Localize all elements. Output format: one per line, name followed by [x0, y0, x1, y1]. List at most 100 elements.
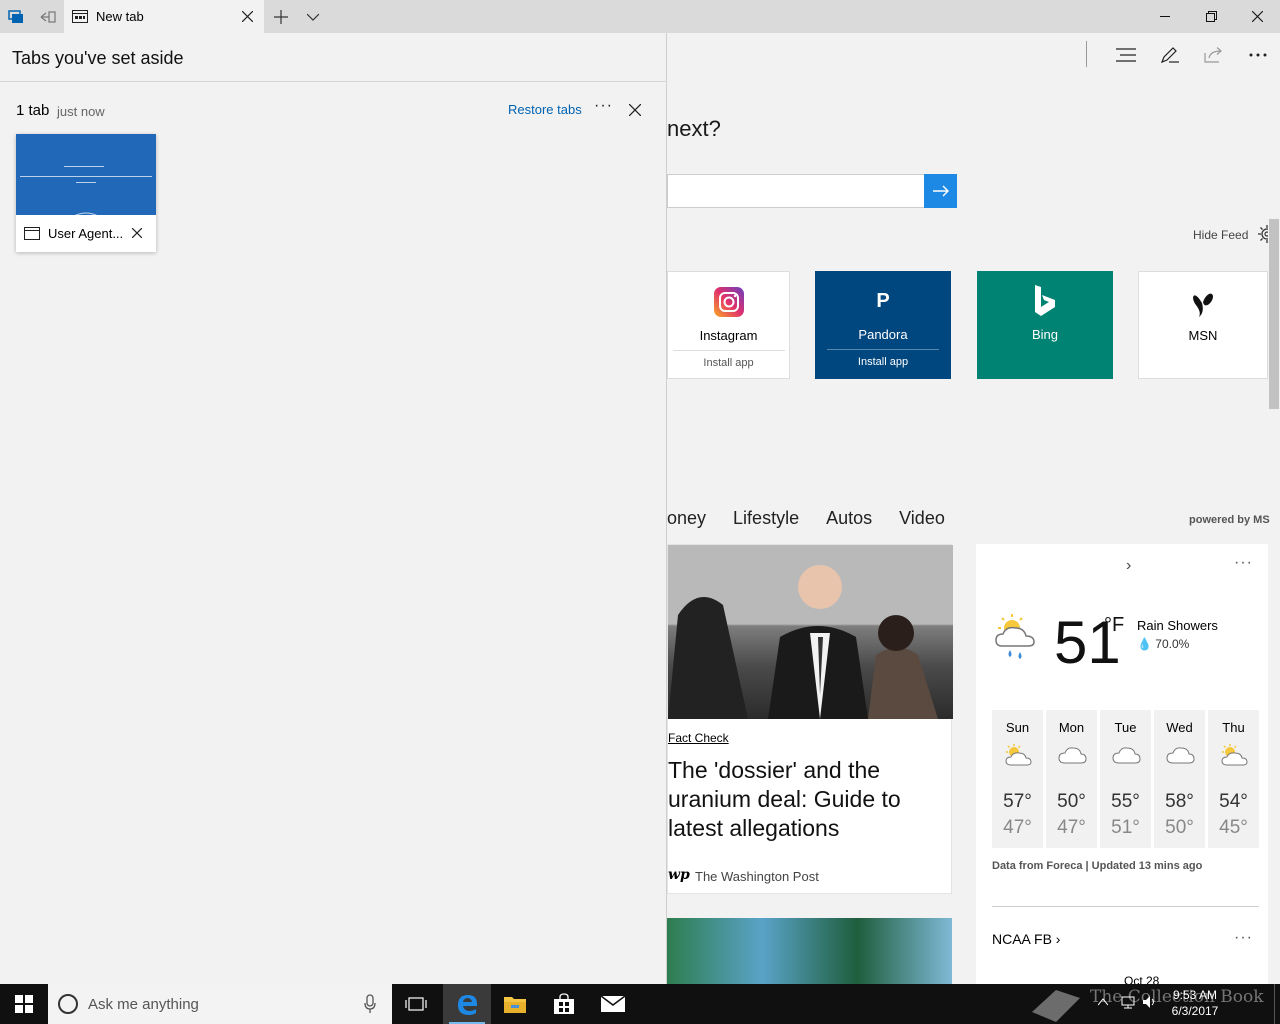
microphone-icon[interactable] [364, 994, 376, 1014]
tab-group-count: 1 tab [16, 102, 50, 119]
weather-more-button[interactable]: ··· [1234, 554, 1253, 572]
toolbar-divider [1086, 41, 1087, 67]
chevron-right-icon[interactable]: › [1126, 557, 1131, 575]
search-go-button[interactable] [924, 174, 957, 208]
day-high: 50° [1057, 791, 1086, 812]
taskbar-store[interactable] [540, 984, 588, 1024]
news-photo-second[interactable] [667, 918, 952, 984]
category-money[interactable]: oney [667, 508, 706, 529]
new-tab-button[interactable] [265, 0, 297, 33]
precipitation: 💧 70.0% [1137, 637, 1189, 651]
day-name: Thu [1222, 720, 1245, 735]
search-input[interactable] [667, 174, 924, 208]
edge-icon [458, 995, 477, 1015]
minimize-button[interactable] [1142, 0, 1188, 33]
tile-divider [672, 350, 785, 351]
day-low: 47° [1057, 817, 1086, 838]
news-card[interactable]: Fact Check The 'dossier' and the uranium… [667, 544, 953, 894]
taskbar: Ask me anything The Collection Book 9:53… [0, 984, 1280, 1024]
restore-icon [1205, 11, 1217, 22]
tile-label: MSN [1188, 328, 1218, 343]
cortana-search-box[interactable]: Ask me anything [48, 984, 392, 1024]
tile-instagram[interactable]: Instagram Install app [667, 271, 790, 379]
forecast-day[interactable]: Tue 55° 51° [1100, 710, 1151, 848]
hub-icon [1116, 48, 1136, 62]
panel-title: Tabs you've set aside [12, 48, 184, 68]
tab-group-time: just now [57, 104, 105, 119]
ncaa-fb-link[interactable]: NCAA FB › [992, 931, 1060, 947]
weather-card[interactable]: › ··· 51 °F Rain Showers 💧 70.0% Sun 57°… [976, 544, 1268, 984]
hide-feed-link[interactable]: Hide Feed [1193, 228, 1248, 242]
category-video[interactable]: Video [899, 508, 945, 529]
install-app-link[interactable]: Install app [703, 357, 753, 369]
news-tag[interactable]: Fact Check [668, 731, 729, 745]
sports-more-button[interactable]: ··· [1234, 929, 1253, 947]
show-desktop-button[interactable] [1274, 984, 1280, 1024]
aside-tab-card[interactable]: User Agent... [16, 134, 156, 252]
forecast-day[interactable]: Wed 58° 50° [1154, 710, 1205, 848]
bing-icon [1033, 285, 1057, 317]
settings-more-button[interactable] [1240, 41, 1276, 69]
pandora-icon: P [876, 289, 890, 312]
set-aside-tabs-icon[interactable] [32, 0, 64, 33]
volume-icon[interactable] [1142, 994, 1158, 1010]
taskbar-mail[interactable] [589, 984, 637, 1024]
watermark-book-icon [1032, 990, 1080, 1022]
arrow-right-icon [932, 185, 949, 197]
start-button[interactable] [0, 984, 48, 1024]
share-button[interactable] [1196, 41, 1232, 69]
restore-button[interactable] [1188, 0, 1234, 33]
panel-divider [0, 81, 667, 82]
day-high: 54° [1219, 791, 1248, 812]
close-tab-button[interactable] [236, 0, 258, 33]
taskbar-edge[interactable] [443, 984, 491, 1024]
remove-aside-tab-button[interactable] [128, 224, 146, 242]
taskbar-clock[interactable]: 9:53 AM 6/3/2017 [1160, 987, 1230, 1019]
tab-new-tab[interactable]: New tab [64, 0, 264, 33]
instagram-icon [713, 286, 744, 318]
restore-tabs-link[interactable]: Restore tabs [508, 102, 582, 117]
scrollbar-thumb[interactable] [1269, 219, 1279, 409]
forecast-day[interactable]: Sun 57° 47° [992, 710, 1043, 848]
tile-bing[interactable]: Bing [977, 271, 1113, 379]
mail-icon [600, 995, 626, 1012]
tile-label: Pandora [858, 327, 908, 342]
partly-sunny-icon [992, 743, 1043, 771]
forecast-day[interactable]: Mon 50° 47° [1046, 710, 1097, 848]
close-window-button[interactable] [1234, 0, 1280, 33]
forecast-day[interactable]: Thu 54° 45° [1208, 710, 1259, 848]
close-icon [241, 11, 253, 22]
install-app-link[interactable]: Install app [858, 356, 908, 368]
task-view-button[interactable] [392, 984, 440, 1024]
category-autos[interactable]: Autos [826, 508, 872, 529]
category-lifestyle[interactable]: Lifestyle [733, 508, 799, 529]
clock-time: 9:53 AM [1172, 988, 1218, 1002]
tab-thumbnail [16, 134, 156, 215]
tile-pandora[interactable]: P Pandora Install app [815, 271, 951, 379]
tile-msn[interactable]: MSN [1138, 271, 1268, 379]
day-high: 55° [1111, 791, 1140, 812]
close-icon [1251, 11, 1263, 22]
search-placeholder: Ask me anything [88, 996, 199, 1013]
tabs-aside-panel: Tabs you've set aside 1 tab just now Res… [0, 33, 667, 984]
game-date: Oct 28 [1124, 974, 1160, 984]
tile-label: Bing [1031, 327, 1059, 342]
temperature-unit[interactable]: °F [1104, 614, 1124, 637]
tab-group-more-button[interactable]: ··· [594, 97, 613, 115]
network-icon[interactable] [1120, 994, 1136, 1010]
news-title[interactable]: The 'dossier' and the uranium deal: Guid… [668, 756, 953, 843]
taskbar-file-explorer[interactable] [491, 984, 539, 1024]
pen-icon [1160, 47, 1179, 64]
day-high: 58° [1165, 791, 1194, 812]
chevron-up-icon[interactable] [1098, 998, 1108, 1006]
weather-condition: Rain Showers [1137, 618, 1218, 633]
day-low: 45° [1219, 817, 1248, 838]
web-note-button[interactable] [1152, 41, 1188, 69]
tabs-aside-icon[interactable] [0, 0, 32, 33]
day-name: Wed [1166, 720, 1193, 735]
hub-button[interactable] [1108, 41, 1144, 69]
tab-preview-button[interactable] [297, 0, 329, 33]
cloud-icon [1046, 743, 1097, 771]
remove-tab-group-button[interactable] [624, 99, 646, 121]
rain-showers-icon [995, 614, 1035, 659]
